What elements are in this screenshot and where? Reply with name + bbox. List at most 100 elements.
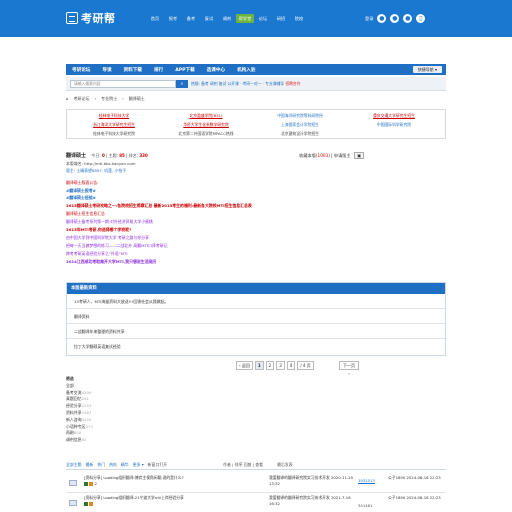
promo-link[interactable]: 浙江海洋大学研究生招生 <box>71 122 157 128</box>
nav-item-adjust[interactable]: 调剂 <box>218 14 236 23</box>
mobile-icon[interactable]: ▯ <box>416 14 426 23</box>
pager-page[interactable]: 1 <box>254 361 264 370</box>
table-row[interactable]: [资料分享] Loading组织翻译:21宁波大学mti上岸经验分享 我爱翻译的… <box>66 492 446 512</box>
promo-link[interactable]: 华侨大学生化系数学研究院 <box>163 122 249 128</box>
nav-item-schools[interactable]: 院校 <box>290 14 308 23</box>
table-row[interactable]: [资料分享] Loading组织翻译:博弈主视角闲聊,说的是什么? 2 我爱翻译… <box>66 472 446 493</box>
notice-line[interactable]: 2014江西成功考取南开大学MTI,我只想说生活阅历 <box>66 259 156 265</box>
login-link[interactable]: 登录 <box>365 16 373 22</box>
site-logo[interactable]: 考研帮 <box>66 11 116 25</box>
promo-link[interactable]: 中国国际科学研究院 <box>351 122 437 128</box>
promo-link[interactable]: 桂林电子科技大学研究院 <box>71 131 157 137</box>
top-right-actions: 登录 ● ● ● ▯ <box>365 14 426 23</box>
notice-line[interactable]: 翻译硕士备考系列第一期:对外经济贸易大学小蜜桃 <box>66 219 153 225</box>
resource-item[interactable]: 二战翻译年来整理的资料共享 <box>67 324 445 339</box>
resource-item[interactable]: 15考研人、MTI海量资料大放送!!!回馈社会从我做起。 <box>67 294 445 309</box>
category-item[interactable]: 真题回忆291 <box>66 396 93 403</box>
thread-author[interactable]: 我爱翻译的翻译研究院实习技术开发 2021-7-16 16:32 <box>269 495 359 508</box>
category-item[interactable]: 小语种专区373 <box>66 424 93 431</box>
new-window-toggle[interactable]: 新窗口打开 <box>148 462 167 469</box>
search-icon[interactable]: ⌕ <box>176 80 188 88</box>
forum-nav-home[interactable]: 考研论坛 <box>66 67 96 73</box>
nav-item-academy[interactable]: 帮学堂 <box>236 14 254 23</box>
breadcrumb-item[interactable]: 专业院士 <box>101 96 117 102</box>
thread-page-link[interactable]: 2 <box>94 481 96 486</box>
category-item[interactable]: 再刷850 <box>66 430 93 437</box>
breadcrumb-separator: › <box>94 96 97 101</box>
hot-words-list[interactable]: 备考 调剂 复试 公开课 · 考研一对一 · 专业课辅导 <box>201 81 284 86</box>
forum-nav-courses[interactable]: 选课中心 <box>201 67 231 73</box>
category-item[interactable]: 全部 <box>66 383 93 390</box>
forum-nav-app[interactable]: APP下载 <box>169 67 200 73</box>
notice-line[interactable]: 由中国大学到中国科学院大学 考研之路与你分享 <box>66 235 149 241</box>
tab-latest[interactable]: 最新 <box>86 462 94 469</box>
tab-hot[interactable]: 热门 <box>97 462 105 469</box>
category-item[interactable]: 经验分享2253 <box>66 403 93 410</box>
promo-link[interactable]: 北京建筑设计学院招生 <box>257 131 343 137</box>
nav-item-retest[interactable]: 复试 <box>200 14 218 23</box>
forum-nav-join[interactable]: 机构入驻 <box>231 67 261 73</box>
home-icon[interactable]: ⌂ <box>66 96 69 102</box>
tab-all[interactable]: 全部主题 <box>66 462 82 469</box>
thread-title-text[interactable]: [资料分享] Loading组织翻译:博弈主视角闲聊,说的是什么? <box>84 475 184 480</box>
nav-item-apply[interactable]: 报考 <box>164 14 182 23</box>
breadcrumb-item[interactable]: 考研论坛 <box>74 96 90 102</box>
notice-line[interactable]: 把每一天当做梦想的练习——二战北外 高翻MTI口译考研记 <box>66 243 168 249</box>
pager-next-button[interactable]: 下一页 › <box>339 361 359 376</box>
tab-more[interactable]: 更多 ▾ <box>133 462 144 469</box>
qq-icon[interactable]: ● <box>390 14 400 23</box>
pager-page[interactable]: 2 <box>265 361 275 370</box>
forum-nav-guide[interactable]: 导读 <box>96 67 117 73</box>
quick-nav-dropdown[interactable]: 快捷导航 ▾ <box>412 66 442 73</box>
pager-back-button[interactable]: ‹ 返回 <box>236 361 253 370</box>
weibo-icon[interactable]: ● <box>377 14 387 23</box>
promo-link[interactable]: 中国海洋研究院等科研院所 <box>257 113 343 119</box>
pager-page[interactable]: 3 <box>276 361 285 370</box>
sort-header[interactable]: 作者 | 排序 回复 | 查看 <box>223 462 263 469</box>
forum-nav-rank[interactable]: 排行 <box>148 67 169 73</box>
notice-line[interactable]: 2015翻译硕士考研攻略之一:各院校招生简章汇总 最新2015考生的福利:最新各… <box>66 203 252 209</box>
category-item[interactable]: 资料共享1567 <box>66 410 93 417</box>
pager-goto[interactable]: / 4 页 <box>297 361 314 370</box>
thread-title-text[interactable]: [资料分享] Loading组织翻译:21宁波大学mti上岸经验分享 <box>84 495 184 500</box>
notice-line[interactable]: #翻译硕士报考# <box>66 188 96 194</box>
nav-item-prep[interactable]: 备考 <box>182 14 200 23</box>
rss-icon[interactable]: ▣ <box>354 152 364 159</box>
nav-item-recruit[interactable]: 研招 <box>272 14 290 23</box>
thread-title[interactable]: [资料分享] Loading组织翻译:21宁波大学mti上岸经验分享 <box>84 495 184 508</box>
resource-item[interactable]: 翻译资料 <box>67 309 445 324</box>
wechat-icon[interactable]: ● <box>403 14 413 23</box>
category-item[interactable]: 新人咨询4259 <box>66 417 93 424</box>
promo-link[interactable]: 北京盈盛学院(831) <box>163 113 249 119</box>
promo-link[interactable]: 桂林电子科技大学 <box>71 113 157 119</box>
pager-page[interactable]: 4 <box>286 361 296 370</box>
hot-highlight[interactable]: 招聘合作 <box>285 81 300 86</box>
category-item[interactable]: 备考交流4309 <box>66 390 93 397</box>
tab-digest[interactable]: 精华 <box>121 462 129 469</box>
thread-last-post[interactable]: 公子1890 2024-08-18 22:23 <box>388 475 444 481</box>
nav-item-forum[interactable]: 论坛 <box>254 14 272 23</box>
nav-item-home[interactable]: 首页 <box>146 14 164 23</box>
thread-author[interactable]: 我爱翻译的翻译研究院实习技术开发 2020-11-25 13:32 <box>269 475 359 488</box>
promo-link[interactable]: 北京第二外国语学院MPACC热线 <box>163 131 249 137</box>
notice-line[interactable]: 2015年MTI考研,你选择哪个学校呢? <box>66 227 131 233</box>
tab-hot-posts[interactable]: 热帖 <box>109 462 117 469</box>
thread-last-post[interactable]: 公子1890 2024-08-18 22:23 <box>388 495 444 501</box>
breadcrumb-item[interactable]: 翻译硕士 <box>129 96 145 102</box>
category-item[interactable]: 调剂信息85 <box>66 437 93 444</box>
thread-replies[interactable]: 1932513 <box>358 478 375 483</box>
promo-link[interactable]: 上海国家会计学院招生 <box>257 122 343 128</box>
forum-moderators[interactable]: 版主: 土确表望8897, 叽蓬, 小怡子 <box>66 168 126 174</box>
resource-item[interactable]: 拉丁大学翻硕英语复试经验 <box>67 339 445 354</box>
search-input[interactable]: 请输入搜索内容 <box>70 80 176 88</box>
apply-moderator-link[interactable]: 申请版主 <box>334 153 351 158</box>
thread-title[interactable]: [资料分享] Loading组织翻译:博弈主视角闲聊,说的是什么? 2 <box>84 475 184 488</box>
last-post-header[interactable]: 最后发表 <box>277 462 293 469</box>
promo-link[interactable]: 重庆交通大学研究生招生 <box>351 113 437 119</box>
forum-nav-downloads[interactable]: 资料下载 <box>118 67 148 73</box>
notice-line[interactable]: 翻译硕士招生信息汇总 <box>66 211 105 217</box>
breadcrumb-separator: › <box>122 96 124 101</box>
notice-line[interactable]: #翻译硕士经验# <box>66 195 96 201</box>
favorite-link[interactable]: 收藏本版 <box>299 153 316 158</box>
notice-line[interactable]: 跨考考研英语经验分享之“外语”MTI <box>66 251 128 257</box>
